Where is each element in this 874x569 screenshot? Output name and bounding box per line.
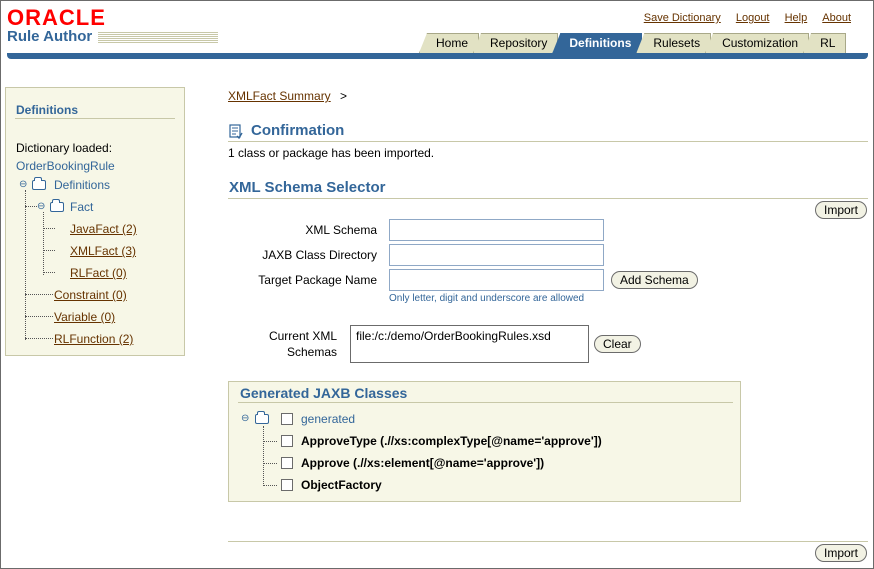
app-name: Rule Author: [7, 28, 93, 45]
jaxb-item-approvetype: ApproveType (.//xs:complexType[@name='ap…: [301, 434, 602, 448]
tab-customization[interactable]: Customization: [705, 33, 810, 53]
about-link[interactable]: About: [822, 12, 851, 24]
tab-rl[interactable]: RL: [803, 33, 847, 53]
tree-link-rlfact[interactable]: RLFact (0): [70, 266, 127, 280]
dictionary-name: OrderBookingRule: [16, 159, 115, 173]
jaxb-dir-input[interactable]: [389, 244, 604, 266]
tree-connector: [263, 441, 277, 442]
target-package-hint: Only letter, digit and underscore are al…: [389, 293, 585, 304]
jaxb-dir-label: JAXB Class Directory: [262, 248, 377, 262]
app-name-decoration: [98, 32, 218, 44]
confirmation-title: Confirmation: [251, 122, 345, 139]
tree-connector: [25, 294, 53, 295]
target-package-label: Target Package Name: [258, 273, 377, 287]
sidebar: Definitions Dictionary loaded: OrderBook…: [5, 87, 185, 356]
collapse-icon[interactable]: ⊖: [19, 180, 27, 190]
tree-connector: [25, 316, 53, 317]
current-schemas-label-1: Current XML: [268, 329, 337, 343]
target-package-input[interactable]: [389, 269, 604, 291]
jaxb-classes-panel: Generated JAXB Classes ⊖ generated Appro…: [228, 381, 741, 502]
folder-icon: [255, 411, 269, 424]
tree-line-generated: [263, 426, 264, 486]
breadcrumb-xmlfact-summary[interactable]: XMLFact Summary: [228, 89, 331, 103]
current-schema-item[interactable]: file:/c:/demo/OrderBookingRules.xsd: [356, 329, 551, 343]
confirmation-divider: [228, 141, 868, 142]
save-dictionary-link[interactable]: Save Dictionary: [644, 12, 721, 24]
sidebar-divider: [15, 118, 175, 119]
tree-connector: [43, 250, 55, 251]
tree-connector: [263, 463, 277, 464]
folder-icon: [32, 177, 46, 190]
logout-link[interactable]: Logout: [736, 12, 770, 24]
tree-link-xmlfact[interactable]: XMLFact (3): [70, 244, 136, 258]
tab-definitions[interactable]: Definitions: [552, 33, 643, 53]
global-links: Save Dictionary Logout Help About: [632, 12, 851, 24]
import-button-top[interactable]: Import: [815, 201, 868, 219]
add-schema-button[interactable]: Add Schema: [611, 271, 698, 289]
jaxb-item-generated: generated: [301, 412, 356, 426]
tree-node-definitions[interactable]: Definitions: [54, 178, 110, 192]
collapse-icon[interactable]: ⊖: [37, 202, 45, 212]
tree-link-javafact[interactable]: JavaFact (2): [70, 222, 137, 236]
tree-line-root: [25, 190, 26, 340]
current-schemas-list[interactable]: file:/c:/demo/OrderBookingRules.xsd: [350, 325, 589, 363]
tree-line-fact: [43, 212, 44, 275]
checkbox-generated[interactable]: [281, 413, 293, 425]
breadcrumb-separator: >: [340, 89, 348, 103]
tab-repository[interactable]: Repository: [473, 33, 559, 53]
current-schemas-label-2: Schemas: [286, 345, 337, 359]
confirmation-message: 1 class or package has been imported.: [228, 146, 435, 160]
dictionary-label: Dictionary loaded:: [16, 141, 113, 155]
tree-link-constraint[interactable]: Constraint (0): [54, 288, 127, 302]
footer-divider: [228, 541, 868, 542]
tree-node-fact[interactable]: Fact: [70, 200, 93, 214]
folder-icon: [50, 199, 64, 212]
breadcrumb: XMLFact Summary >: [228, 89, 347, 103]
tree-connector: [263, 485, 277, 486]
tree-connector: [43, 272, 55, 273]
tree-connector: [25, 206, 37, 207]
xml-schema-label: XML Schema: [305, 223, 377, 237]
tree-link-variable[interactable]: Variable (0): [54, 310, 115, 324]
help-link[interactable]: Help: [785, 12, 808, 24]
tree-connector: [25, 338, 53, 339]
jaxb-item-objectfactory: ObjectFactory: [301, 478, 382, 492]
jaxb-classes-divider: [238, 402, 733, 403]
checkbox-approve[interactable]: [281, 457, 293, 469]
tree-connector: [43, 228, 55, 229]
tab-home[interactable]: Home: [419, 33, 480, 53]
tree-link-rlfunction[interactable]: RLFunction (2): [54, 332, 133, 346]
confirmation-icon: [229, 124, 243, 140]
clear-button[interactable]: Clear: [594, 335, 641, 353]
schema-selector-divider: [228, 198, 868, 199]
checkbox-approvetype[interactable]: [281, 435, 293, 447]
main-tabs: Home Repository Definitions Rulesets Cus…: [419, 33, 847, 53]
jaxb-classes-title: Generated JAXB Classes: [240, 385, 408, 401]
collapse-icon[interactable]: ⊖: [241, 414, 249, 424]
schema-selector-title: XML Schema Selector: [229, 179, 386, 196]
jaxb-item-approve: Approve (.//xs:element[@name='approve']): [301, 456, 545, 470]
import-button-bottom[interactable]: Import: [815, 544, 868, 562]
sidebar-title: Definitions: [16, 103, 78, 117]
tab-rulesets[interactable]: Rulesets: [636, 33, 712, 53]
xml-schema-input[interactable]: [389, 219, 604, 241]
header-bar: [7, 53, 868, 59]
checkbox-objectfactory[interactable]: [281, 479, 293, 491]
